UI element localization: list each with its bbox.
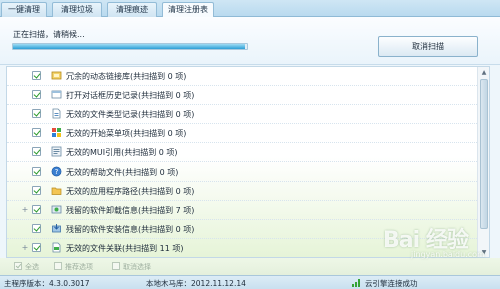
scroll-up-icon[interactable]: ▲ [479,68,489,78]
list-item[interactable]: 无效的文件类型记录(共扫描到 0 项) [7,105,477,125]
scan-progress-fill [13,44,245,49]
list-item-label: 无效的帮助文件(共扫描到 0 项) [66,167,179,177]
list-item-label: 无效的开始菜单项(共扫描到 0 项) [66,129,187,139]
list-item-label: 残留的软件安装信息(共扫描到 0 项) [66,224,195,234]
scan-panel: 正在扫描，请稍候... 取消扫描 [0,17,500,65]
list-item-label: 无效的MUI引用(共扫描到 0 项) [66,148,178,158]
help-icon: ? [51,166,62,177]
scroll-down-icon[interactable]: ▼ [479,248,489,257]
expand-icon[interactable]: + [21,243,29,252]
trojan-library-version: 本地木马库：2012.11.12.14 [146,279,246,288]
cloud-engine-status: 云引擎连接成功 [365,279,418,288]
file-assoc-icon [51,242,62,253]
option-recommended[interactable]: 推荐选项 [54,262,93,272]
deselect-checkbox[interactable] [112,262,120,270]
list-item-label: 无效的文件关联(共扫描到 11 项) [66,243,184,253]
scroll-thumb[interactable] [480,79,488,229]
dialog-history-icon [51,89,62,100]
item-checkbox[interactable] [32,185,41,195]
tab-clean-traces[interactable]: 清理痕迹 [107,2,157,17]
dll-icon [51,70,62,81]
svg-text:?: ? [55,168,59,176]
list-item[interactable]: 无效的开始菜单项(共扫描到 0 项) [7,124,477,144]
option-deselect[interactable]: 取消选择 [112,262,151,272]
signal-icon [352,279,362,287]
selection-options: 全选 推荐选项 取消选择 [0,258,500,275]
list-item[interactable]: 冗余的动态链接库(共扫描到 0 项) [7,67,477,86]
item-checkbox[interactable] [32,242,41,252]
list-item-label: 打开对话框历史记录(共扫描到 0 项) [66,91,195,101]
install-icon [51,223,62,234]
mui-icon [51,146,62,157]
file-type-icon [51,108,62,119]
list-item[interactable]: + 残留的软件卸载信息(共扫描到 7 项) [7,201,477,220]
tab-clean-junk[interactable]: 清理垃圾 [52,2,102,17]
recommended-checkbox[interactable] [54,262,62,270]
list-item[interactable]: ? 无效的帮助文件(共扫描到 0 项) [7,163,477,182]
item-checkbox[interactable] [32,90,41,100]
list-item[interactable]: 残留的软件安装信息(共扫描到 0 项) [7,220,477,239]
item-checkbox[interactable] [32,147,41,157]
tab-clean-registry[interactable]: 清理注册表 [162,2,214,18]
main-version: 主程序版本：4.3.0.3017 [4,279,90,288]
list-item[interactable]: 打开对话框历史记录(共扫描到 0 项) [7,86,477,106]
list-item[interactable]: + 无效的文件关联(共扫描到 11 项) [7,239,477,257]
item-checkbox[interactable] [32,109,41,119]
item-checkbox[interactable] [32,128,41,138]
scrollbar[interactable]: ▲ ▼ [477,67,489,257]
registry-item-list: 冗余的动态链接库(共扫描到 0 项) 打开对话框历史记录(共扫描到 0 项) 无效的… [6,66,490,258]
select-all-checkbox[interactable] [14,262,22,270]
expand-icon[interactable]: + [21,205,29,214]
scan-progress-bar [12,43,248,50]
list-item[interactable]: 无效的MUI引用(共扫描到 0 项) [7,143,477,163]
item-checkbox[interactable] [32,166,41,176]
list-item-label: 无效的应用程序路径(共扫描到 0 项) [66,186,195,196]
tab-bar: 一键清理 清理垃圾 清理痕迹 清理注册表 [0,0,500,18]
list-item[interactable]: 无效的应用程序路径(共扫描到 0 项) [7,182,477,201]
status-bar: 主程序版本：4.3.0.3017 本地木马库：2012.11.12.14 云引擎… [0,275,500,289]
option-select-all[interactable]: 全选 [14,262,39,272]
folder-icon [51,185,62,196]
item-checkbox[interactable] [32,71,41,80]
item-checkbox[interactable] [32,204,41,214]
cancel-scan-button[interactable]: 取消扫描 [378,36,478,57]
list-item-label: 无效的文件类型记录(共扫描到 0 项) [66,110,195,120]
list-item-label: 残留的软件卸载信息(共扫描到 7 项) [66,205,195,215]
scan-status-text: 正在扫描，请稍候... [13,30,85,39]
tab-one-click-clean[interactable]: 一键清理 [1,2,47,17]
uninstall-icon [51,204,62,215]
start-menu-icon [51,127,62,138]
item-checkbox[interactable] [32,223,41,233]
list-item-label: 冗余的动态链接库(共扫描到 0 项) [66,72,187,81]
